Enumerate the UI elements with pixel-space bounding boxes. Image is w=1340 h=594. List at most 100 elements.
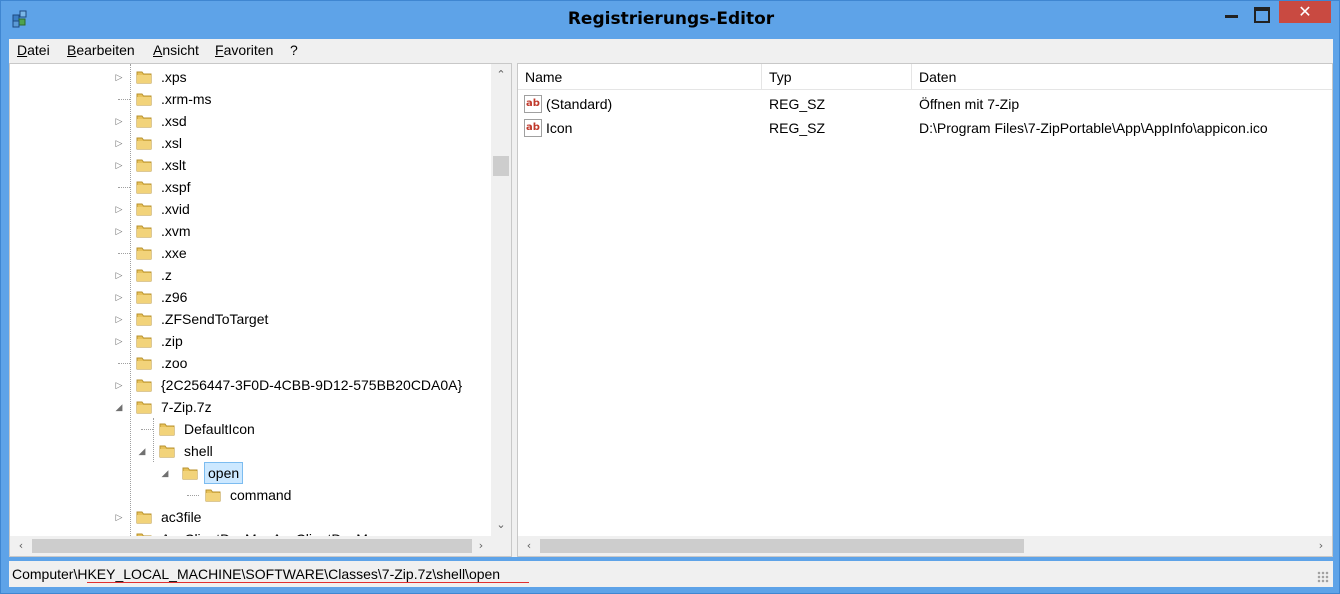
expand-triangle-icon[interactable]: ▷ xyxy=(114,198,124,220)
expand-triangle-icon[interactable]: ▷ xyxy=(114,330,124,352)
tree-horizontal-scrollbar[interactable]: ‹ › xyxy=(10,536,491,556)
string-value-icon: ab xyxy=(524,95,542,113)
window-title: Registrierungs-Editor xyxy=(567,9,775,29)
folder-icon xyxy=(136,223,152,239)
tree-leaf-connector xyxy=(114,242,130,264)
registry-editor-window: Registrierungs-Editor ✕ Datei Bearbeiten… xyxy=(0,0,1340,594)
scroll-left-arrow-icon[interactable]: ‹ xyxy=(520,536,538,556)
tree-connector-line xyxy=(153,418,154,462)
list-row[interactable]: ab (Standard) REG_SZ Öffnen mit 7-Zip xyxy=(518,92,1332,116)
tree-node-label[interactable]: .zoo xyxy=(158,352,190,374)
tree-leaf-connector xyxy=(114,88,130,110)
scroll-right-arrow-icon[interactable]: › xyxy=(1312,536,1330,556)
tree-node-label[interactable]: .xvm xyxy=(158,220,194,242)
tree-node-label[interactable]: .z xyxy=(158,264,175,286)
folder-icon xyxy=(136,91,152,107)
expand-triangle-icon[interactable]: ▷ xyxy=(114,66,124,88)
folder-icon xyxy=(136,245,152,261)
folder-icon xyxy=(159,443,175,459)
list-row[interactable]: ab Icon REG_SZ D:\Program Files\7-ZipPor… xyxy=(518,116,1332,140)
folder-icon xyxy=(136,399,152,415)
menu-datei[interactable]: Datei xyxy=(17,42,50,58)
list-hscroll-thumb[interactable] xyxy=(540,539,1024,553)
scroll-down-arrow-icon[interactable]: ⌄ xyxy=(491,516,511,534)
close-button[interactable]: ✕ xyxy=(1279,1,1331,23)
folder-icon xyxy=(205,487,221,503)
expand-triangle-icon[interactable]: ▷ xyxy=(114,506,124,528)
minimize-button[interactable] xyxy=(1217,1,1247,23)
tree-node-label[interactable]: .xps xyxy=(158,66,190,88)
menu-bearbeiten[interactable]: Bearbeiten xyxy=(67,42,135,58)
menu-favoriten[interactable]: Favoriten xyxy=(215,42,273,58)
folder-icon xyxy=(136,311,152,327)
tree-node-label[interactable]: command xyxy=(227,484,294,506)
expand-triangle-icon[interactable]: ▷ xyxy=(114,154,124,176)
tree-vscroll-thumb[interactable] xyxy=(493,156,509,176)
tree-node-label[interactable]: .xrm-ms xyxy=(158,88,215,110)
folder-icon xyxy=(136,113,152,129)
collapse-triangle-icon[interactable]: ◢ xyxy=(160,462,170,484)
folder-icon xyxy=(136,355,152,371)
folder-icon xyxy=(136,509,152,525)
status-bar: Computer\HKEY_LOCAL_MACHINE\SOFTWARE\Cla… xyxy=(9,561,1333,587)
string-value-icon: ab xyxy=(524,119,542,137)
menu-help[interactable]: ? xyxy=(290,42,298,58)
folder-icon xyxy=(136,333,152,349)
resize-grip-icon[interactable] xyxy=(1317,571,1329,583)
tree-hscroll-thumb[interactable] xyxy=(32,539,472,553)
list-header: Name Typ Daten xyxy=(518,64,1332,90)
status-path: Computer\HKEY_LOCAL_MACHINE\SOFTWARE\Cla… xyxy=(12,566,501,582)
tree-node-label[interactable]: .xspf xyxy=(158,176,194,198)
folder-icon xyxy=(182,465,198,481)
tree-leaf-connector xyxy=(114,176,130,198)
collapse-triangle-icon[interactable]: ◢ xyxy=(137,440,147,462)
tree-scroll-corner xyxy=(491,536,511,556)
expand-triangle-icon[interactable]: ▷ xyxy=(114,132,124,154)
tree-node-label[interactable]: .z96 xyxy=(158,286,190,308)
column-header-type[interactable]: Typ xyxy=(762,64,912,90)
folder-icon xyxy=(136,69,152,85)
expand-triangle-icon[interactable]: ▷ xyxy=(114,264,124,286)
tree-node-label[interactable]: .xvid xyxy=(158,198,193,220)
scroll-right-arrow-icon[interactable]: › xyxy=(472,536,490,556)
maximize-button[interactable] xyxy=(1246,1,1276,23)
tree-node-label[interactable]: open xyxy=(204,462,244,484)
menu-ansicht[interactable]: Ansicht xyxy=(153,42,199,58)
tree-node-label[interactable]: .ZFSendToTarget xyxy=(158,308,271,330)
expand-triangle-icon[interactable]: ▷ xyxy=(114,374,124,396)
tree-node-label[interactable]: .xslt xyxy=(158,154,189,176)
folder-icon xyxy=(136,157,152,173)
tree-node-label[interactable]: .xsl xyxy=(158,132,185,154)
tree-leaf-connector xyxy=(114,352,130,374)
expand-triangle-icon[interactable]: ▷ xyxy=(114,286,124,308)
values-list-pane[interactable]: Name Typ Daten ab (Standard) REG_SZ Öffn… xyxy=(517,63,1333,557)
menu-bar: Datei Bearbeiten Ansicht Favoriten ? xyxy=(9,39,1333,63)
expand-triangle-icon[interactable]: ▷ xyxy=(114,220,124,242)
expand-triangle-icon[interactable]: ▷ xyxy=(114,110,124,132)
tree-node-label[interactable]: DefaultIcon xyxy=(181,418,258,440)
tree-leaf-connector xyxy=(137,418,153,440)
value-type: REG_SZ xyxy=(769,96,826,112)
tree-node-label[interactable]: ac3file xyxy=(158,506,204,528)
tree-node-label[interactable]: shell xyxy=(181,440,216,462)
key-tree-pane[interactable]: ▷ .xps .xrm-ms ▷ .xsd ▷ .xsl ▷ .xslt .xspf ▷ .xvid ▷… xyxy=(9,63,512,557)
title-bar[interactable]: Registrierungs-Editor ✕ xyxy=(1,1,1340,39)
scroll-up-arrow-icon[interactable]: ⌃ xyxy=(491,66,511,84)
column-header-data[interactable]: Daten xyxy=(912,64,1332,90)
folder-icon xyxy=(136,135,152,151)
value-data: D:\Program Files\7-ZipPortable\App\AppIn… xyxy=(919,120,1268,136)
tree-vertical-scrollbar[interactable]: ⌃ ⌄ xyxy=(491,64,511,538)
column-header-name[interactable]: Name xyxy=(518,64,762,90)
folder-icon xyxy=(136,179,152,195)
tree-node-label[interactable]: .zip xyxy=(158,330,186,352)
list-horizontal-scrollbar[interactable]: ‹ › xyxy=(518,536,1332,556)
value-data: Öffnen mit 7-Zip xyxy=(919,96,1020,112)
tree-node-label[interactable]: .xxe xyxy=(158,242,190,264)
scroll-left-arrow-icon[interactable]: ‹ xyxy=(12,536,30,556)
collapse-triangle-icon[interactable]: ◢ xyxy=(114,396,124,418)
expand-triangle-icon[interactable]: ▷ xyxy=(114,308,124,330)
tree-node-label[interactable]: {2C256447-3F0D-4CBB-9D12-575BB20CDA0A} xyxy=(158,374,465,396)
tree-node-label[interactable]: .xsd xyxy=(158,110,190,132)
folder-icon xyxy=(136,289,152,305)
tree-node-label[interactable]: 7-Zip.7z xyxy=(158,396,215,418)
